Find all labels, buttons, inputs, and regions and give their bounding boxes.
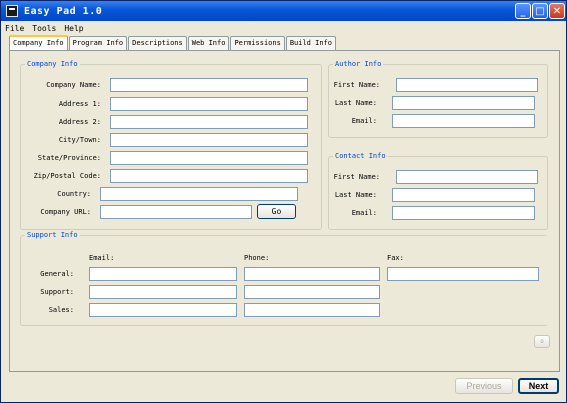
support-fax-header: Fax: — [387, 254, 404, 262]
previous-button[interactable]: Previous — [455, 378, 513, 394]
tab-permissions[interactable]: Permissions — [230, 36, 285, 50]
menu-bar: File Tools Help — [1, 21, 566, 35]
zip-label: Zip/Postal Code: — [33, 172, 101, 180]
author-last-name-input[interactable] — [392, 96, 535, 110]
city-input[interactable] — [110, 133, 308, 147]
company-name-label: Company Name: — [46, 81, 101, 89]
company-url-label: Company URL: — [40, 208, 91, 216]
support-support-label: Support: — [40, 288, 74, 296]
tab-descriptions[interactable]: Descriptions — [128, 36, 187, 50]
country-label: Country: — [57, 190, 91, 198]
minimize-button[interactable]: _ — [515, 3, 531, 19]
app-icon — [6, 5, 18, 17]
contact-last-name-label: Last Name: — [334, 191, 377, 199]
menu-file[interactable]: File — [1, 24, 28, 33]
window-title: Easy Pad 1.0 — [24, 5, 103, 17]
menu-tools[interactable]: Tools — [28, 24, 60, 33]
contact-last-name-input[interactable] — [392, 188, 535, 202]
company-info-legend: Company Info — [27, 60, 78, 68]
general-phone-input[interactable] — [244, 267, 380, 281]
contact-first-name-label: First Name: — [333, 173, 380, 181]
general-email-input[interactable] — [89, 267, 237, 281]
close-button[interactable]: ✕ — [549, 3, 565, 19]
state-input[interactable] — [110, 151, 308, 165]
author-first-name-label: First Name: — [333, 81, 380, 89]
contact-first-name-input[interactable] — [396, 170, 538, 184]
tab-company-info[interactable]: Company Info — [9, 35, 68, 50]
small-button[interactable]: o — [534, 335, 550, 348]
address1-input[interactable] — [110, 97, 308, 111]
tab-build-info[interactable]: Build Info — [285, 36, 336, 50]
sales-phone-input[interactable] — [244, 303, 380, 317]
maximize-button[interactable]: □ — [532, 3, 548, 19]
company-url-input[interactable] — [100, 205, 252, 219]
contact-email-input[interactable] — [392, 206, 535, 220]
tab-strip: Company Info Program Info Descriptions W… — [9, 35, 337, 51]
contact-email-label: Email: — [351, 209, 377, 217]
company-name-input[interactable] — [110, 78, 308, 92]
go-button[interactable]: Go — [257, 204, 296, 219]
support-email-header: Email: — [89, 254, 115, 262]
support-phone-header: Phone: — [244, 254, 270, 262]
general-fax-input[interactable] — [387, 267, 539, 281]
sales-email-input[interactable] — [89, 303, 237, 317]
author-email-label: Email: — [351, 117, 377, 125]
author-last-name-label: Last Name: — [334, 99, 377, 107]
main-window: Easy Pad 1.0 _ □ ✕ File Tools Help Compa… — [0, 0, 567, 403]
state-label: State/Province: — [37, 154, 101, 162]
address1-label: Address 1: — [58, 100, 101, 108]
tab-web-info[interactable]: Web Info — [187, 36, 230, 50]
author-email-input[interactable] — [392, 114, 535, 128]
address2-label: Address 2: — [58, 118, 101, 126]
next-button[interactable]: Next — [518, 378, 559, 394]
tab-panel: Company Info Company Name: Address 1: Ad… — [9, 50, 560, 372]
city-label: City/Town: — [58, 136, 101, 144]
support-sales-label: Sales: — [48, 306, 74, 314]
author-info-legend: Author Info — [335, 60, 382, 68]
address2-input[interactable] — [110, 115, 308, 129]
tab-program-info[interactable]: Program Info — [68, 36, 128, 50]
support-general-label: General: — [40, 270, 74, 278]
menu-help[interactable]: Help — [60, 24, 87, 33]
author-first-name-input[interactable] — [396, 78, 538, 92]
country-input[interactable] — [100, 187, 298, 201]
support-phone-input[interactable] — [244, 285, 380, 299]
support-info-legend: Support Info — [27, 231, 78, 239]
contact-info-legend: Contact Info — [335, 152, 386, 160]
zip-input[interactable] — [110, 169, 308, 183]
title-bar[interactable]: Easy Pad 1.0 _ □ ✕ — [1, 1, 566, 21]
support-email-input[interactable] — [89, 285, 237, 299]
